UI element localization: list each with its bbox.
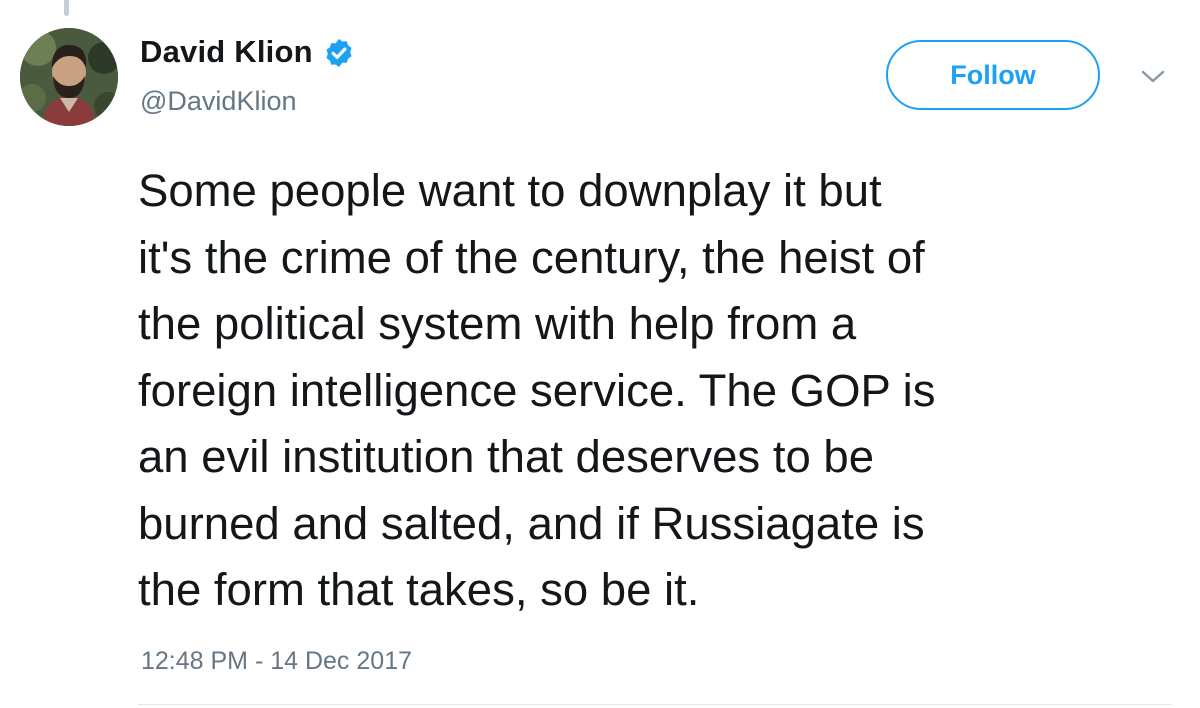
avatar-photo — [20, 28, 118, 126]
tweet-timestamp[interactable]: 12:48 PM - 14 Dec 2017 — [141, 647, 412, 676]
divider — [138, 704, 1172, 705]
follow-button[interactable]: Follow — [886, 40, 1100, 110]
thread-connector-line — [64, 0, 69, 16]
chevron-down-icon[interactable] — [1140, 68, 1166, 86]
tweet-text: Some people want to downplay it but it's… — [138, 165, 936, 615]
verified-badge-icon — [326, 39, 352, 67]
author-display-name[interactable]: David Klion — [140, 34, 313, 70]
author-handle[interactable]: @DavidKlion — [140, 86, 296, 117]
avatar[interactable] — [20, 28, 118, 126]
author-name-row: David Klion — [140, 34, 355, 70]
